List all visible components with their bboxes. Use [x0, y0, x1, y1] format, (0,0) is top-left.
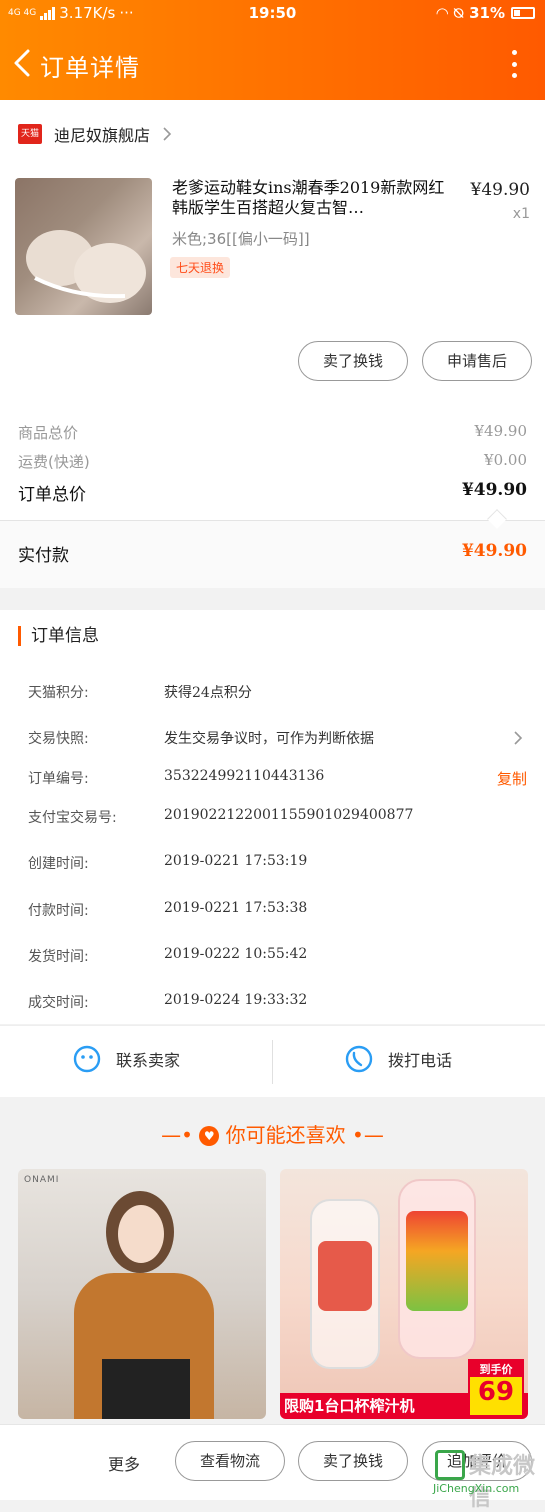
contact-bar: 联系卖家 拨打电话	[0, 1025, 545, 1097]
order-total-value: ¥49.90	[461, 480, 527, 500]
info-key: 交易快照:	[28, 731, 89, 747]
chevron-right-icon	[163, 127, 172, 141]
app-header: 订单详情	[0, 38, 545, 90]
paid-label: 实付款	[18, 546, 69, 566]
shipping-label: 运费(快递)	[18, 453, 90, 471]
chevron-right-icon	[514, 731, 523, 745]
battery-icon	[511, 7, 535, 19]
call-button[interactable]: 拨打电话	[344, 1044, 452, 1074]
watermark-logo-icon	[435, 1450, 465, 1480]
recommendations-section: —• ♥ 你可能还喜欢 •— ONAMI 限购1台口杯榨汁机 到手价 69	[0, 1097, 545, 1427]
info-key: 订单编号:	[28, 771, 89, 787]
mute-icon: ⍉	[454, 4, 464, 22]
chat-icon	[73, 1045, 101, 1073]
logistics-button[interactable]: 查看物流	[175, 1441, 285, 1481]
contact-seller-button[interactable]: 联系卖家	[72, 1044, 180, 1074]
goods-total-value: ¥49.90	[474, 422, 528, 440]
status-bar: 4G 4G 3.17K/s ··· 19:50 ◠ ⍉ 31%	[0, 0, 545, 28]
return-policy-tag: 七天退换	[170, 257, 231, 278]
info-value: 2019-0224 19:33:32	[164, 992, 308, 1008]
bottom-action-bar: 更多 查看物流 卖了换钱 追加评价 集成微信 JiChengXin.com	[0, 1424, 545, 1511]
info-key: 发货时间:	[28, 949, 89, 965]
info-key: 支付宝交易号:	[28, 810, 117, 826]
divider	[272, 1040, 273, 1084]
product-price: ¥49.90	[470, 180, 530, 200]
info-value: 2019-0221 17:53:19	[164, 853, 308, 869]
goods-total-label: 商品总价	[18, 424, 79, 442]
heart-icon: ♥	[199, 1126, 220, 1146]
info-value: 2019022122001155901029400877	[164, 807, 414, 823]
call-label: 拨打电话	[388, 1051, 453, 1070]
sell-button[interactable]: 卖了换钱	[298, 341, 408, 381]
top-bar: 4G 4G 3.17K/s ··· 19:50 ◠ ⍉ 31% 订单详情	[0, 0, 545, 100]
contact-seller-label: 联系卖家	[116, 1051, 181, 1070]
watermark: 集成微信 JiChengXin.com	[429, 1446, 539, 1511]
product-sku: 米色;36[[偏小一码]]	[172, 230, 310, 248]
info-value: 获得24点积分	[164, 685, 252, 701]
shop-link[interactable]: 天猫 迪尼奴旗舰店	[18, 122, 172, 146]
order-info-title: 订单信息	[18, 626, 99, 646]
recommendations-title: —• ♥ 你可能还喜欢 •—	[161, 1123, 384, 1147]
info-key: 创建时间:	[28, 856, 89, 872]
info-value: 353224992110443136	[164, 768, 325, 784]
product-photo	[310, 1199, 380, 1369]
info-key: 成交时间:	[28, 995, 89, 1011]
info-key: 天猫积分:	[28, 685, 89, 701]
order-card: 天猫 迪尼奴旗舰店 老爹运动鞋女ins潮春季2019新款网红韩版学生百搭超火复古…	[0, 100, 545, 588]
more-button[interactable]: 更多	[108, 1451, 140, 1475]
recommended-product-card[interactable]: ONAMI	[18, 1169, 266, 1419]
order-total-label: 订单总价	[18, 485, 86, 505]
phone-icon	[345, 1045, 373, 1073]
info-key: 付款时间:	[28, 903, 89, 919]
tmall-badge-icon: 天猫	[18, 124, 42, 144]
battery-percent: 31%	[469, 4, 505, 22]
page-title: 订单详情	[40, 54, 140, 82]
info-value: 2019-0221 17:53:38	[164, 900, 308, 916]
copy-button[interactable]: 复制	[497, 768, 527, 789]
recommended-product-card[interactable]: 限购1台口杯榨汁机 到手价 69	[280, 1169, 528, 1419]
info-value: 2019-0222 10:55:42	[164, 946, 308, 962]
after-sale-button[interactable]: 申请售后	[422, 341, 532, 381]
brand-logo: ONAMI	[24, 1175, 60, 1185]
order-info-section: 订单信息 天猫积分: 获得24点积分 交易快照: 发生交易争议时，可作为判断依据…	[0, 610, 545, 1024]
product-quantity: x1	[512, 206, 530, 222]
product-image[interactable]	[15, 178, 152, 315]
sell-button[interactable]: 卖了换钱	[298, 1441, 408, 1481]
more-options-icon[interactable]	[511, 50, 517, 78]
paid-value: ¥49.90	[461, 541, 527, 561]
divider	[0, 520, 545, 521]
product-photo	[398, 1179, 476, 1359]
headphone-icon: ◠	[436, 4, 449, 22]
shipping-value: ¥0.00	[484, 451, 527, 469]
back-arrow-icon[interactable]	[10, 48, 34, 78]
shop-name: 迪尼奴旗舰店	[54, 126, 151, 145]
info-value: 发生交易争议时，可作为判断依据	[164, 731, 374, 747]
price-tag: 到手价 69	[468, 1359, 524, 1417]
product-title[interactable]: 老爹运动鞋女ins潮春季2019新款网红韩版学生百搭超火复古智…	[172, 178, 457, 218]
